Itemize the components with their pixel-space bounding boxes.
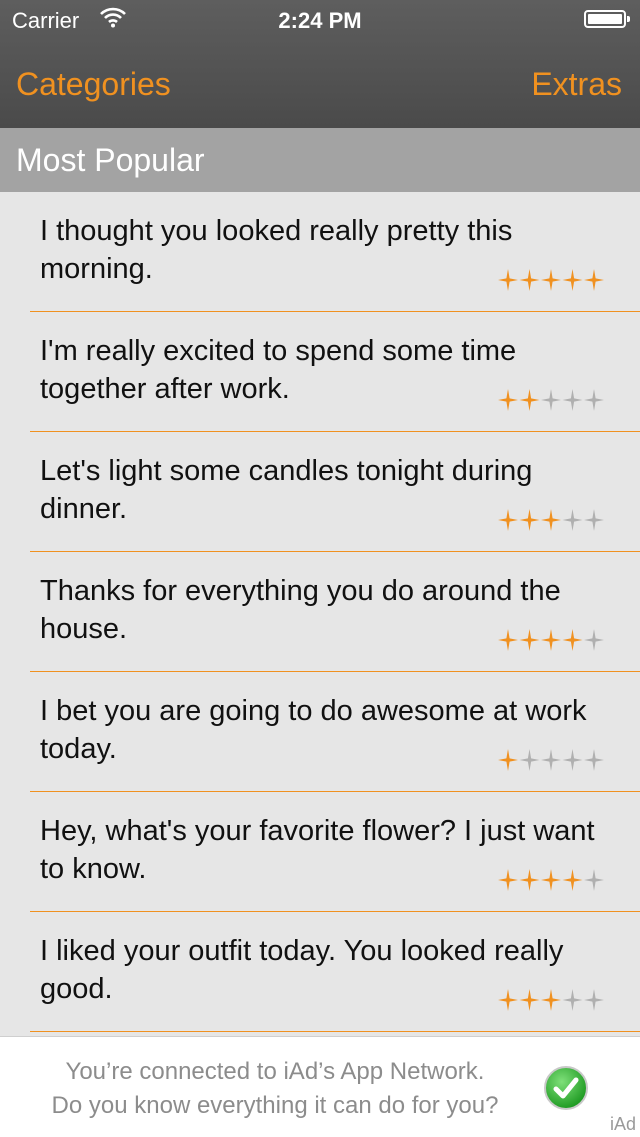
star-empty-icon — [584, 749, 604, 771]
star-filled-icon — [519, 629, 540, 651]
star-filled-icon — [498, 389, 518, 411]
status-time: 2:24 PM — [278, 8, 362, 33]
star-empty-icon — [562, 389, 583, 411]
list-item[interactable]: I liked your outfit today. You looked re… — [30, 912, 640, 1032]
star-filled-icon — [498, 989, 518, 1011]
status-bar: Carrier 2:24 PM — [0, 0, 640, 40]
list-item[interactable]: Hey, what's your favorite flower? I just… — [30, 792, 640, 912]
star-filled-icon — [562, 269, 583, 291]
list-item[interactable]: Let's light some candles tonight during … — [30, 432, 640, 552]
extras-button[interactable]: Extras — [531, 66, 622, 103]
star-filled-icon — [519, 509, 540, 531]
iad-label: iAd — [609, 1114, 636, 1134]
star-filled-icon — [562, 629, 583, 651]
ad-text: You’re connected to iAd’s App Network. D… — [0, 1055, 550, 1123]
star-filled-icon — [541, 869, 561, 891]
ad-line-1: You’re connected to iAd’s App Network. — [65, 1058, 485, 1085]
star-filled-icon — [498, 509, 518, 531]
star-filled-icon — [519, 869, 540, 891]
list-item[interactable]: I bet you are going to do awesome at wor… — [30, 672, 640, 792]
top-bar: Carrier 2:24 PM Categories Extras — [0, 0, 640, 128]
star-filled-icon — [541, 269, 561, 291]
phrase-list[interactable]: I thought you looked really pretty this … — [0, 192, 640, 1036]
ad-line-2: Do you know everything it can do for you… — [51, 1092, 499, 1119]
list-item[interactable]: I thought you looked really pretty this … — [30, 192, 640, 312]
star-empty-icon — [519, 749, 540, 771]
star-filled-icon — [541, 989, 561, 1011]
rating-stars — [498, 509, 604, 531]
star-empty-icon — [584, 509, 604, 531]
rating-stars — [498, 749, 604, 771]
star-empty-icon — [562, 749, 583, 771]
star-filled-icon — [562, 869, 583, 891]
star-filled-icon — [498, 749, 518, 771]
battery-icon — [584, 10, 630, 28]
star-filled-icon — [541, 509, 561, 531]
star-filled-icon — [498, 269, 518, 291]
star-empty-icon — [562, 509, 583, 531]
star-empty-icon — [584, 629, 604, 651]
section-header: Most Popular — [0, 128, 640, 192]
star-empty-icon — [541, 749, 561, 771]
rating-stars — [498, 269, 604, 291]
star-empty-icon — [541, 389, 561, 411]
iad-banner[interactable]: You’re connected to iAd’s App Network. D… — [0, 1036, 640, 1137]
star-empty-icon — [584, 989, 604, 1011]
list-item[interactable]: Thanks for everything you do around the … — [30, 552, 640, 672]
star-filled-icon — [584, 269, 604, 291]
checkmark-icon[interactable] — [543, 1065, 589, 1111]
star-filled-icon — [498, 869, 518, 891]
categories-button[interactable]: Categories — [16, 66, 171, 103]
rating-stars — [498, 629, 604, 651]
list-item[interactable]: I'm really excited to spend some time to… — [30, 312, 640, 432]
star-filled-icon — [519, 989, 540, 1011]
rating-stars — [498, 869, 604, 891]
star-empty-icon — [562, 989, 583, 1011]
star-filled-icon — [498, 629, 518, 651]
star-empty-icon — [584, 869, 604, 891]
star-filled-icon — [519, 389, 540, 411]
star-empty-icon — [584, 389, 604, 411]
rating-stars — [498, 989, 604, 1011]
star-filled-icon — [519, 269, 540, 291]
star-filled-icon — [541, 629, 561, 651]
rating-stars — [498, 389, 604, 411]
